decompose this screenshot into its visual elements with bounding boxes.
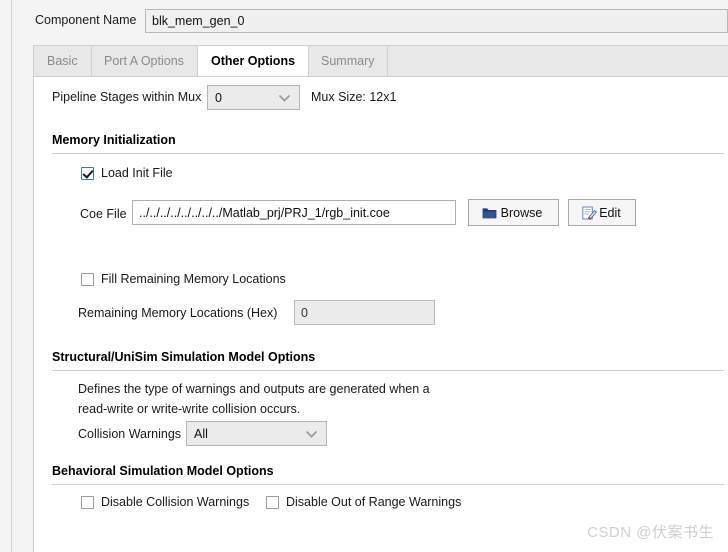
collision-warnings-label: Collision Warnings <box>78 427 182 441</box>
tab-basic[interactable]: Basic <box>34 46 92 77</box>
memory-initialization-section-title: Memory Initialization <box>52 133 176 147</box>
coe-file-input[interactable] <box>132 200 456 225</box>
fill-remaining-memory-locations-checkbox[interactable] <box>81 273 94 286</box>
tab-other-options-label: Other Options <box>211 54 296 68</box>
disable-out-of-range-warnings-label: Disable Out of Range Warnings <box>286 495 462 509</box>
edit-button[interactable]: Edit <box>568 199 636 226</box>
load-init-file-checkbox[interactable] <box>81 167 94 180</box>
collision-warnings-dropdown[interactable]: All <box>186 421 327 446</box>
disable-out-of-range-warnings-checkbox[interactable] <box>266 496 279 509</box>
component-name-input[interactable] <box>145 9 728 33</box>
memory-initialization-divider <box>52 153 724 154</box>
collision-warnings-value: All <box>194 427 208 441</box>
behavioral-section-title: Behavioral Simulation Model Options <box>52 464 274 478</box>
coe-file-label: Coe File <box>80 207 127 221</box>
chevron-down-icon <box>279 94 290 102</box>
browse-button-label: Browse <box>500 206 543 220</box>
dialog-window: Component Name Basic Port A Options Othe… <box>0 0 728 552</box>
tab-other-options[interactable]: Other Options <box>197 46 310 78</box>
mux-size-text: Mux Size: 12x1 <box>311 90 397 104</box>
other-options-panel: Pipeline Stages within Mux 0 Mux Size: 1… <box>33 76 728 552</box>
left-gutter <box>0 0 12 552</box>
tab-port-a-options-label: Port A Options <box>104 54 184 68</box>
tab-summary[interactable]: Summary <box>308 46 389 77</box>
component-name-row: Component Name <box>13 0 728 42</box>
edit-button-label: Edit <box>599 206 621 220</box>
csdn-watermark: CSDN @伏案书生 <box>587 524 714 541</box>
structural-divider <box>52 370 724 371</box>
component-name-label: Component Name <box>35 13 137 27</box>
disable-collision-warnings-checkbox[interactable] <box>81 496 94 509</box>
structural-section-title: Structural/UniSim Simulation Model Optio… <box>52 350 316 364</box>
tab-strip: Basic Port A Options Other Options Summa… <box>33 45 728 78</box>
load-init-file-label: Load Init File <box>101 166 173 180</box>
pipeline-stages-value: 0 <box>215 91 222 105</box>
disable-collision-warnings-label: Disable Collision Warnings <box>101 495 250 509</box>
tab-summary-label: Summary <box>321 54 375 68</box>
pipeline-stages-dropdown[interactable]: 0 <box>207 85 300 110</box>
structural-description-line-2: read-write or write-write collision occu… <box>78 402 301 416</box>
behavioral-divider <box>52 484 724 485</box>
remaining-memory-locations-input[interactable] <box>294 300 435 325</box>
tab-port-a-options[interactable]: Port A Options <box>91 46 198 77</box>
pipeline-stages-label: Pipeline Stages within Mux <box>52 90 202 104</box>
browse-button[interactable]: Browse <box>468 199 559 226</box>
remaining-memory-locations-label: Remaining Memory Locations (Hex) <box>78 306 278 320</box>
tab-basic-label: Basic <box>47 54 78 68</box>
structural-description-line-1: Defines the type of warnings and outputs… <box>78 382 430 396</box>
chevron-down-icon <box>306 430 317 438</box>
fill-remaining-memory-locations-label: Fill Remaining Memory Locations <box>101 272 286 286</box>
